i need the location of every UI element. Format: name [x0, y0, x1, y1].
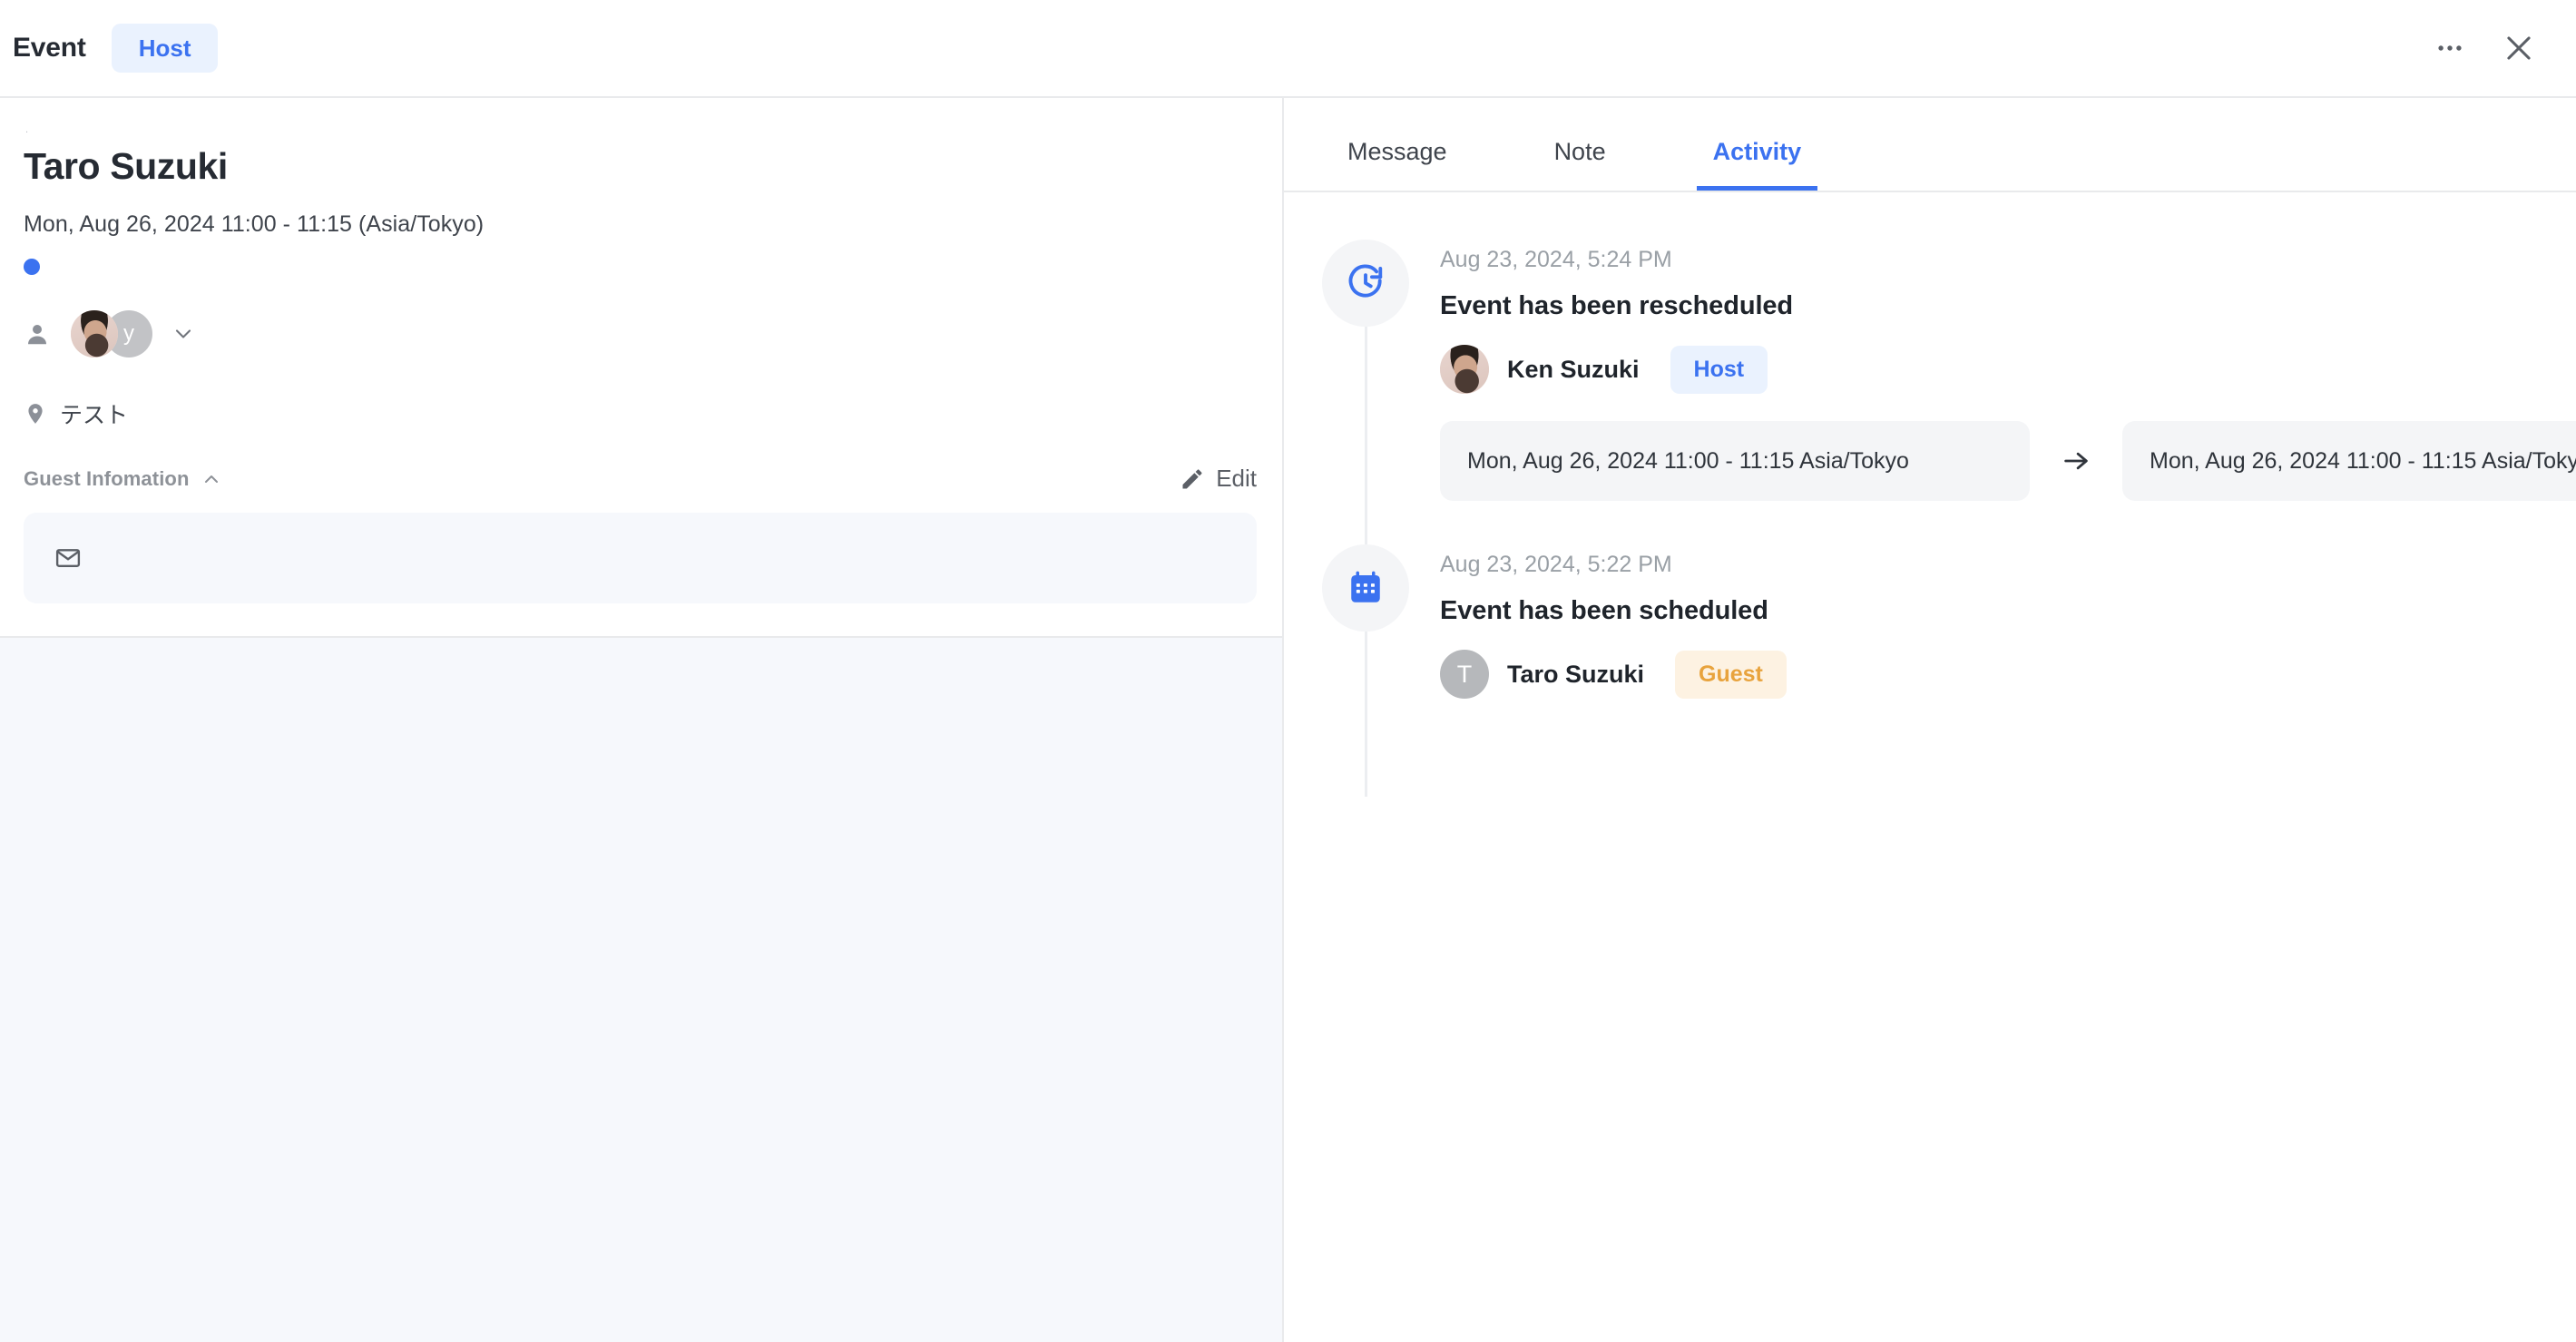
avatar-stack[interactable]: y — [71, 310, 152, 358]
activity-title: Event has been scheduled — [1440, 596, 1768, 626]
body-split: . Taro Suzuki Mon, Aug 26, 2024 11:00 - … — [0, 98, 2576, 1342]
timeline-connector — [1364, 327, 1367, 558]
window-header: Event Host — [0, 0, 2576, 98]
attendees-row: y — [24, 310, 1257, 358]
timeline-connector — [1364, 632, 1367, 798]
header-actions — [2434, 31, 2549, 65]
event-detail-panel: . Taro Suzuki Mon, Aug 26, 2024 11:00 - … — [0, 98, 1284, 1342]
panel-tabs: Message Note Activity — [1284, 98, 2576, 192]
activity-title: Event has been rescheduled — [1440, 291, 1794, 320]
truncated-label: . — [25, 124, 29, 135]
status-dot-icon — [24, 259, 40, 275]
guest-information-header: Guest Infomation Edit — [24, 465, 1257, 493]
chevron-down-icon[interactable] — [171, 321, 196, 347]
actor-name: Taro Suzuki — [1507, 660, 1645, 688]
activity-timestamp: Aug 23, 2024, 5:24 PM — [1440, 247, 1672, 272]
tab-activity[interactable]: Activity — [1696, 140, 1818, 191]
activity-timeline: Aug 23, 2024, 5:24 PM Event has been res… — [1284, 192, 2576, 1342]
tab-message[interactable]: Message — [1331, 140, 1464, 191]
activity-item: Aug 23, 2024, 5:22 PM Event has been sch… — [1284, 544, 2576, 798]
person-icon — [24, 320, 51, 348]
activity-actor: Ken Suzuki Host — [1440, 345, 2576, 394]
avatar: T — [1440, 650, 1489, 700]
activity-actor: T Taro Suzuki Guest — [1440, 650, 2576, 700]
page-title: Event — [13, 33, 86, 63]
activity-panel: Message Note Activity Aug 23, 2024, 5:24… — [1284, 98, 2576, 1342]
timeline-gutter — [1322, 544, 1409, 798]
close-icon[interactable] — [2502, 31, 2536, 65]
avatar — [71, 310, 118, 358]
location-text: テスト — [60, 403, 129, 428]
calendar-icon — [1322, 544, 1409, 632]
old-time-box: Mon, Aug 26, 2024 11:00 - 11:15 Asia/Tok… — [1440, 421, 2030, 502]
event-detail-card: . Taro Suzuki Mon, Aug 26, 2024 11:00 - … — [0, 98, 1282, 638]
mail-icon — [54, 544, 82, 572]
actor-name: Ken Suzuki — [1507, 355, 1640, 383]
guest-information-title: Guest Infomation — [24, 466, 190, 490]
activity-content: Aug 23, 2024, 5:24 PM Event has been res… — [1409, 240, 2576, 544]
arrow-right-icon — [2061, 446, 2091, 476]
activity-item: Aug 23, 2024, 5:24 PM Event has been res… — [1284, 240, 2576, 558]
status-indicator-row — [24, 258, 1257, 276]
tab-note[interactable]: Note — [1538, 140, 1622, 191]
ellipsis-icon[interactable] — [2434, 33, 2465, 64]
guest-email-field[interactable] — [24, 513, 1257, 603]
location-pin-icon — [24, 402, 47, 426]
status-badge: Host — [1670, 345, 1768, 394]
reschedule-change-row: Mon, Aug 26, 2024 11:00 - 11:15 Asia/Tok… — [1440, 421, 2576, 502]
activity-content: Aug 23, 2024, 5:22 PM Event has been sch… — [1409, 544, 2576, 742]
event-title: Taro Suzuki — [24, 145, 228, 187]
avatar — [1440, 345, 1489, 394]
chevron-up-icon[interactable] — [201, 468, 222, 490]
edit-label: Edit — [1216, 465, 1257, 492]
status-badge: Guest — [1675, 650, 1787, 699]
reschedule-clock-icon — [1322, 240, 1409, 327]
timeline-gutter — [1322, 240, 1409, 558]
header-role-badge[interactable]: Host — [111, 24, 219, 73]
event-datetime: Mon, Aug 26, 2024 11:00 - 11:15 (Asia/To… — [24, 211, 485, 237]
activity-timestamp: Aug 23, 2024, 5:22 PM — [1440, 552, 1672, 578]
edit-button[interactable]: Edit — [1180, 465, 1257, 493]
location-row: テスト — [24, 397, 1257, 430]
new-time-box: Mon, Aug 26, 2024 11:00 - 11:15 Asia/Tok… — [2122, 421, 2576, 502]
pencil-icon — [1180, 466, 1205, 492]
